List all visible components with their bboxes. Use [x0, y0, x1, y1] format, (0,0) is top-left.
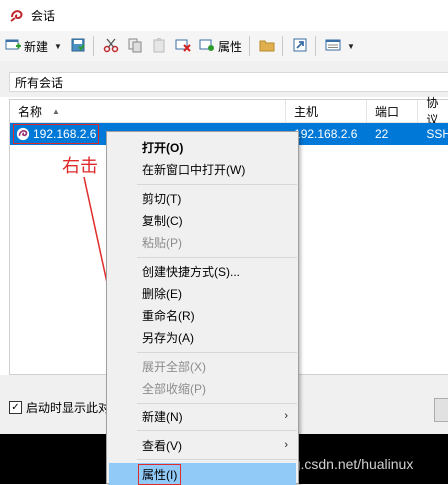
menu-item-properties-label: 属性(I): [138, 463, 182, 485]
menu-item-expand-all: 展开全部(X): [142, 359, 206, 374]
submenu-arrow-icon: ›: [284, 439, 288, 451]
menu-item-view-label: 查看(V): [142, 438, 182, 453]
menu-separator: [137, 184, 297, 185]
menu-item-collapse-all: 全部收缩(P): [142, 381, 206, 396]
menu-item-new-label: 新建(N): [142, 409, 183, 424]
menu-item-properties[interactable]: 属性(I): [109, 463, 296, 485]
menu-item-save-as[interactable]: 另存为(A): [109, 326, 296, 348]
menu-item-open[interactable]: 打开(O): [109, 136, 296, 158]
menu-separator: [137, 257, 297, 258]
menu-separator: [137, 430, 297, 431]
menu-item-delete[interactable]: 删除(E): [109, 282, 296, 304]
menu-item-cut[interactable]: 剪切(T): [109, 187, 296, 209]
menu-item-new[interactable]: 新建(N) ›: [109, 405, 296, 427]
menu-separator: [137, 459, 297, 460]
menu-item-copy[interactable]: 复制(C): [109, 209, 296, 231]
menu-item-rename[interactable]: 重命名(R): [109, 304, 296, 326]
submenu-arrow-icon: ›: [284, 410, 288, 422]
menu-separator: [137, 352, 297, 353]
menu-item-create-shortcut[interactable]: 创建快捷方式(S)...: [109, 260, 296, 282]
context-menu: 打开(O) 在新窗口中打开(W) 剪切(T) 复制(C) 粘贴(P) 创建快捷方…: [106, 131, 299, 485]
menu-item-paste: 粘贴(P): [142, 235, 182, 250]
menu-item-view[interactable]: 查看(V) ›: [109, 434, 296, 456]
menu-separator: [137, 403, 297, 404]
menu-item-open-new-window[interactable]: 在新窗口中打开(W): [109, 158, 296, 180]
